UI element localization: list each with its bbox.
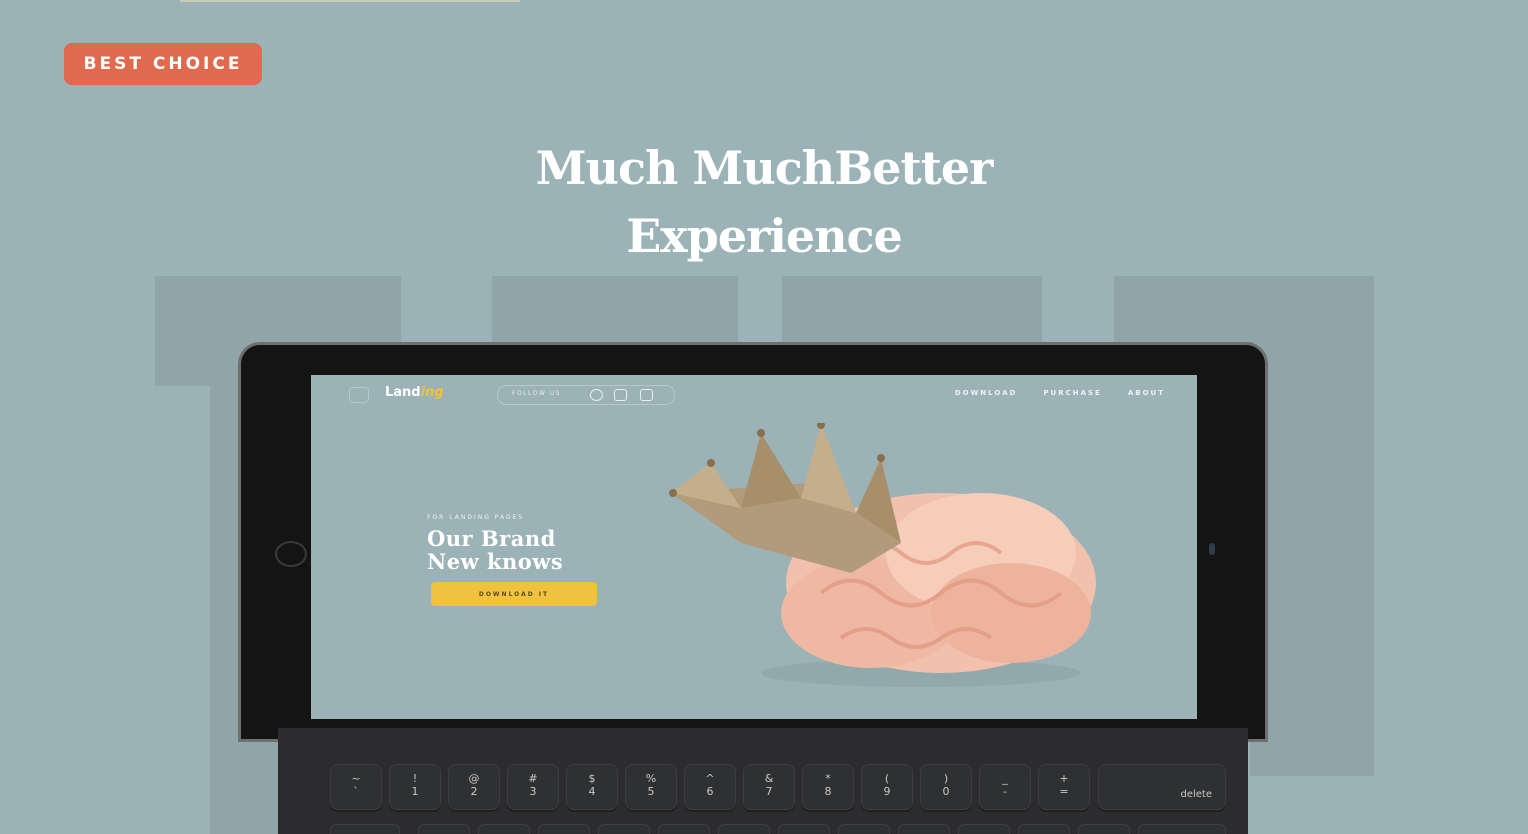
key-tab[interactable]: [330, 824, 400, 834]
key-t[interactable]: [658, 824, 710, 834]
key-8[interactable]: * 8: [802, 764, 854, 810]
page-title: Much MuchBetter Experience: [0, 134, 1528, 270]
key-1[interactable]: ! 1: [389, 764, 441, 810]
key-u[interactable]: [778, 824, 830, 834]
screen-nav-links: DOWNLOAD PURCHASE ABOUT: [955, 389, 1165, 397]
nav-link-download[interactable]: DOWNLOAD: [955, 389, 1018, 397]
key-minus[interactable]: _ -: [979, 764, 1031, 810]
key-tilde[interactable]: ~ `: [330, 764, 382, 810]
screen-navbar: Landing FOLLOW US DOWNLOAD PURCHASE ABOU…: [311, 375, 1197, 415]
bg-letter-shape: [1250, 356, 1374, 776]
key-0[interactable]: ) 0: [920, 764, 972, 810]
key-delete[interactable]: delete: [1098, 764, 1226, 810]
keyboard: ~ ` ! 1 @2 #3 $4 % 5 ^ 6 & 7 * 8 (9 ) 0 _ - + = d…: [278, 728, 1248, 834]
download-button[interactable]: DOWNLOAD IT: [431, 582, 597, 606]
key-y[interactable]: [718, 824, 770, 834]
key-bracket-right[interactable]: [1078, 824, 1130, 834]
hero-title-line-1: Our Brand: [427, 526, 556, 551]
nav-link-about[interactable]: ABOUT: [1128, 389, 1165, 397]
screen-logo[interactable]: Landing: [385, 385, 444, 400]
key-bracket-left[interactable]: [1018, 824, 1070, 834]
menu-icon[interactable]: [349, 387, 369, 403]
key-3[interactable]: #3: [507, 764, 559, 810]
crown-shape: [669, 423, 901, 573]
hero-eyebrow: FOR LANDING PAGES: [427, 514, 525, 521]
best-choice-badge: BEST CHOICE: [64, 43, 262, 85]
camera-icon: [1209, 543, 1215, 555]
top-divider: [180, 0, 520, 2]
key-r[interactable]: [598, 824, 650, 834]
key-q[interactable]: [418, 824, 470, 834]
follow-us-pill: FOLLOW US: [497, 385, 675, 405]
key-w[interactable]: [478, 824, 530, 834]
key-p[interactable]: [958, 824, 1010, 834]
follow-label: FOLLOW US: [512, 390, 561, 397]
key-9[interactable]: (9: [861, 764, 913, 810]
logo-main: Land: [385, 385, 421, 400]
key-5[interactable]: % 5: [625, 764, 677, 810]
tablet-device: Landing FOLLOW US DOWNLOAD PURCHASE ABOU…: [238, 342, 1268, 742]
logo-accent: ing: [420, 385, 444, 400]
key-7[interactable]: & 7: [743, 764, 795, 810]
twitter-icon[interactable]: [614, 389, 627, 401]
key-e[interactable]: [538, 824, 590, 834]
promo-banner: BEST CHOICE Much MuchBetter Experience L…: [0, 0, 1528, 834]
hero-title-line-2: New knows: [427, 549, 564, 574]
key-6[interactable]: ^ 6: [684, 764, 736, 810]
key-i[interactable]: [838, 824, 890, 834]
headline-line-1: Much MuchBetter: [535, 141, 994, 195]
key-equals[interactable]: + =: [1038, 764, 1090, 810]
key-4[interactable]: $4: [566, 764, 618, 810]
key-backslash[interactable]: [1138, 824, 1226, 834]
key-2[interactable]: @2: [448, 764, 500, 810]
key-o[interactable]: [898, 824, 950, 834]
home-button-icon: [275, 541, 307, 567]
youtube-icon[interactable]: [640, 389, 653, 401]
dribbble-icon[interactable]: [590, 389, 603, 401]
tablet-screen: Landing FOLLOW US DOWNLOAD PURCHASE ABOU…: [311, 375, 1197, 719]
headline-line-2: Experience: [626, 209, 903, 263]
nav-link-purchase[interactable]: PURCHASE: [1043, 389, 1101, 397]
crowned-brain-illustration: [669, 423, 1096, 687]
hero-title: Our Brand New knows: [427, 527, 563, 573]
